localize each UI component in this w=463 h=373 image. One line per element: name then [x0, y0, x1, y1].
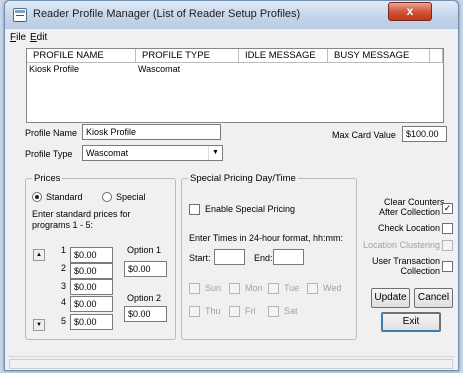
main-window: Reader Profile Manager (List of Reader S… — [4, 0, 459, 371]
user-transaction-label-line1: User Transaction — [371, 256, 440, 266]
option-1-label: Option 1 — [127, 245, 162, 255]
check-location-label: Check Location — [377, 223, 440, 233]
menu-edit[interactable]: Edit — [30, 32, 47, 43]
clear-counters-label-line1: Clear Counters — [384, 197, 445, 207]
enable-special-pricing-label: Enable Special Pricing — [205, 204, 296, 214]
day-mon-checkbox[interactable] — [229, 283, 240, 294]
column-header-idle-message[interactable]: IDLE MESSAGE — [239, 49, 328, 63]
location-clustering-label: Location Clustering — [362, 240, 440, 250]
max-card-value-input[interactable]: $100.00 — [402, 126, 447, 142]
profile-name-label: Profile Name — [25, 128, 78, 138]
special-radio-label: Special — [116, 192, 146, 202]
column-header-filler — [430, 49, 443, 63]
day-sun-label: Sun — [205, 283, 222, 293]
program-1-price-input[interactable]: $0.00 — [70, 247, 113, 263]
standard-radio[interactable] — [32, 192, 42, 202]
end-time-input[interactable] — [273, 249, 304, 265]
profile-list[interactable]: PROFILE NAME PROFILE TYPE IDLE MESSAGE B… — [26, 48, 444, 123]
program-3-price-input[interactable]: $0.00 — [70, 279, 113, 295]
program-3-label: 3 — [61, 281, 67, 291]
clear-counters-label-line2: After Collection — [378, 207, 440, 217]
clear-counters-checkbox[interactable]: ✓ — [442, 203, 453, 214]
profile-type-select[interactable]: Wascomat ▼ — [82, 145, 223, 161]
day-sat-label: Sat — [284, 306, 298, 316]
cell-profile-name: Kiosk Profile — [29, 64, 80, 74]
app-icon — [13, 8, 27, 22]
day-wed-label: Wed — [323, 283, 342, 293]
title-bar[interactable]: Reader Profile Manager (List of Reader S… — [5, 1, 458, 29]
standard-radio-label: Standard — [46, 192, 83, 202]
enable-special-pricing-checkbox[interactable] — [189, 204, 200, 215]
program-5-label: 5 — [61, 316, 67, 326]
location-clustering-checkbox[interactable] — [442, 240, 453, 251]
menu-edit-accelerator: E — [30, 32, 37, 43]
close-icon: x — [406, 4, 414, 18]
day-fri-checkbox[interactable] — [229, 306, 240, 317]
column-header-profile-name[interactable]: PROFILE NAME — [27, 49, 136, 63]
menu-file-label: ile — [16, 32, 27, 43]
profile-type-value: Wascomat — [86, 148, 129, 158]
day-mon-label: Mon — [245, 283, 263, 293]
menu-file[interactable]: File — [10, 32, 26, 43]
profile-name-input[interactable]: Kiosk Profile — [82, 124, 221, 140]
day-thu-label: Thu — [205, 306, 221, 316]
day-fri-label: Fri — [245, 306, 256, 316]
cell-profile-type: Wascomat — [138, 64, 181, 74]
cancel-button[interactable]: Cancel — [414, 288, 453, 308]
status-pane — [9, 359, 453, 369]
day-sat-checkbox[interactable] — [268, 306, 279, 317]
times-hint: Enter Times in 24-hour format, hh:mm: — [189, 233, 344, 243]
column-header-busy-message[interactable]: BUSY MESSAGE — [328, 49, 430, 63]
day-tue-checkbox[interactable] — [268, 283, 279, 294]
scroll-down-icon[interactable]: ▼ — [33, 319, 45, 331]
special-radio[interactable] — [102, 192, 112, 202]
option-2-label: Option 2 — [127, 293, 162, 303]
exit-button[interactable]: Exit — [381, 312, 441, 332]
prices-group-title: Prices — [32, 173, 63, 184]
prices-instructions: Enter standard prices for programs 1 - 5… — [32, 209, 131, 230]
user-transaction-label-line2: Collection — [400, 266, 440, 276]
user-transaction-checkbox[interactable] — [442, 261, 453, 272]
window-title: Reader Profile Manager (List of Reader S… — [33, 8, 301, 20]
menu-bar: File Edit — [8, 29, 455, 46]
day-wed-checkbox[interactable] — [307, 283, 318, 294]
prices-group: Prices Standard Special Enter standard p… — [25, 173, 176, 340]
program-4-price-input[interactable]: $0.00 — [70, 296, 113, 312]
close-button[interactable]: x — [388, 2, 432, 21]
program-4-label: 4 — [61, 297, 67, 307]
profile-type-label: Profile Type — [25, 149, 73, 159]
start-time-label: Start: — [189, 253, 211, 263]
special-pricing-group: Special Pricing Day/Time Enable Special … — [181, 173, 357, 340]
program-2-price-input[interactable]: $0.00 — [70, 263, 113, 279]
day-sun-checkbox[interactable] — [189, 283, 200, 294]
program-2-label: 2 — [61, 263, 67, 273]
max-card-value-label: Max Card Value — [332, 130, 396, 140]
special-pricing-group-title: Special Pricing Day/Time — [188, 173, 298, 184]
chevron-down-icon[interactable]: ▼ — [208, 146, 222, 160]
menu-edit-label: dit — [36, 32, 48, 43]
option-1-price-input[interactable]: $0.00 — [124, 261, 167, 277]
update-button[interactable]: Update — [371, 288, 410, 308]
option-2-price-input[interactable]: $0.00 — [124, 306, 167, 322]
day-tue-label: Tue — [284, 283, 300, 293]
column-header-profile-type[interactable]: PROFILE TYPE — [136, 49, 239, 63]
end-time-label: End: — [254, 253, 273, 263]
scroll-up-icon[interactable]: ▲ — [33, 249, 45, 261]
program-5-price-input[interactable]: $0.00 — [70, 314, 113, 330]
status-bar — [8, 356, 455, 370]
day-thu-checkbox[interactable] — [189, 306, 200, 317]
start-time-input[interactable] — [214, 249, 245, 265]
program-1-label: 1 — [61, 245, 67, 255]
check-location-checkbox[interactable] — [442, 223, 453, 234]
